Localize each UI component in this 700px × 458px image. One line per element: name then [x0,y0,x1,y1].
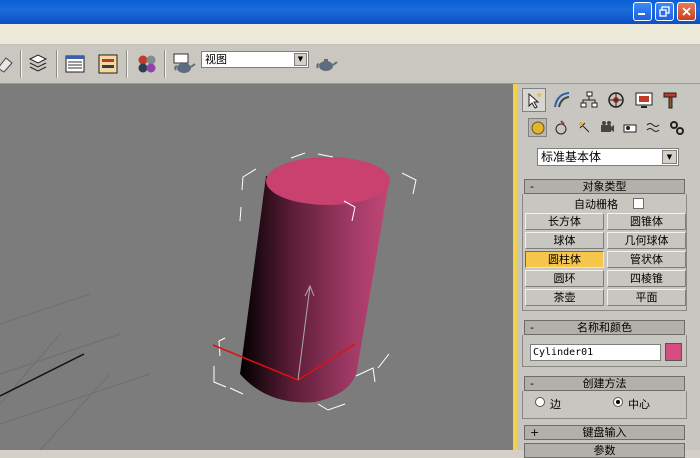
chevron-down-icon[interactable]: ▼ [662,150,677,164]
helper-tape-icon [623,124,637,133]
gears-icon [670,121,684,135]
collapse-icon: - [530,180,534,193]
autogrid-label: 自动栅格 [574,198,618,211]
rollout-title: 键盘输入 [582,426,627,439]
motion-wheel-icon [608,92,624,108]
main-toolbar [0,45,700,84]
minimize-button[interactable] [633,2,652,21]
viewport-scene [0,152,417,450]
perspective-viewport[interactable] [0,84,515,450]
spacewarps-category-button[interactable] [644,118,663,137]
geometry-category-button[interactable] [528,118,547,137]
light-icon [579,122,590,133]
sphere-icon [531,121,544,134]
object-type-button[interactable]: 球体 [525,232,604,249]
rollout-creation-method[interactable]: - 创建方法 [524,376,685,391]
toolbar-separator [164,50,166,78]
cameras-category-button[interactable] [598,118,617,137]
curve-editor-icon [98,54,118,74]
rollout-parameters[interactable]: 参数 [524,443,685,458]
rollout-title: 参数 [593,444,616,457]
restore-button[interactable] [655,2,674,21]
rollout-title: 创建方法 [582,377,627,390]
creation-method-body [522,391,687,419]
shapes-icon [555,120,567,135]
modify-arc-icon [554,92,570,108]
chevron-down-icon[interactable]: ▼ [294,53,307,66]
edge-radio[interactable] [535,397,545,407]
view-select[interactable]: 视图 ▼ [201,51,309,68]
material-spheres-icon [138,55,156,73]
center-radio[interactable] [613,397,623,407]
rollout-title: 对象类型 [582,180,627,193]
object-color-swatch[interactable] [665,343,682,361]
helpers-category-button[interactable] [621,118,640,137]
teapot-icon [316,59,338,71]
title-bar [0,0,700,24]
material-editor-button[interactable] [135,52,159,76]
spacewarp-wave-icon [646,123,660,132]
minimize-icon [638,13,645,15]
center-radio-label: 中心 [628,398,650,411]
command-panel: 标准基本体 ▼ - 对象类型 自动栅格 长方体 圆锥体 球体 几何球体 圆柱体 管状体 圆环… [517,84,700,458]
rollout-title: 名称和颜色 [577,321,632,334]
object-type-button[interactable]: 茶壶 [525,289,604,306]
collapse-icon: - [530,377,534,390]
tab-hierarchy[interactable] [577,88,601,112]
display-monitor-icon [635,92,653,108]
rollout-object-type[interactable]: - 对象类型 [524,179,685,194]
home-grid [0,293,151,450]
restore-icon [659,6,670,17]
view-select-value: 视图 [205,53,227,66]
expand-icon: + [530,426,540,439]
teapot-render-icon [173,53,196,73]
rollout-name-color[interactable]: - 名称和颜色 [524,320,685,335]
object-name-input[interactable]: Cylinder01 [530,344,661,361]
object-type-button[interactable]: 四棱锥 [607,270,686,287]
render-setup-button[interactable] [172,52,196,76]
toolbar-separator [20,50,22,78]
category-dropdown-value: 标准基本体 [541,150,602,164]
rollout-keyboard-entry[interactable]: + 键盘输入 [524,425,685,440]
tab-utilities[interactable] [659,88,683,112]
tab-display[interactable] [632,88,656,112]
object-type-button[interactable]: 圆环 [525,270,604,287]
eraser-icon [0,57,13,73]
object-type-button[interactable]: 长方体 [525,213,604,230]
curve-editor-button[interactable] [96,52,120,76]
object-type-button[interactable]: 管状体 [607,251,686,268]
layers-icon [28,54,48,72]
autogrid-checkbox[interactable] [633,198,644,209]
menu-bar [0,24,700,45]
category-dropdown[interactable]: 标准基本体 ▼ [537,148,679,166]
object-type-button[interactable]: 平面 [607,289,686,306]
edge-radio-label: 边 [550,398,561,411]
object-type-button[interactable]: 几何球体 [607,232,686,249]
toolbar-separator [56,50,58,78]
close-icon [682,7,691,16]
collapse-icon: - [530,321,534,334]
camera-icon [601,121,614,132]
list-icon [65,55,85,73]
systems-category-button[interactable] [667,118,686,137]
eraser-tool-button[interactable] [0,52,18,76]
quick-render-button[interactable] [314,52,338,76]
object-type-button[interactable]: 圆锥体 [607,213,686,230]
create-cursor-icon [528,92,541,109]
command-panel-tabs [522,88,692,114]
hierarchy-icon [580,91,598,108]
hammer-icon [663,92,677,109]
layers-button[interactable] [26,52,50,76]
lights-category-button[interactable] [575,118,594,137]
toolbar-separator [126,50,128,78]
close-button[interactable] [677,2,696,21]
shapes-category-button[interactable] [552,118,571,137]
tab-modify[interactable] [550,88,574,112]
tab-create[interactable] [522,88,546,112]
object-type-button[interactable]: 圆柱体 [525,251,604,268]
schematic-list-button[interactable] [63,52,87,76]
tab-motion[interactable] [604,88,628,112]
